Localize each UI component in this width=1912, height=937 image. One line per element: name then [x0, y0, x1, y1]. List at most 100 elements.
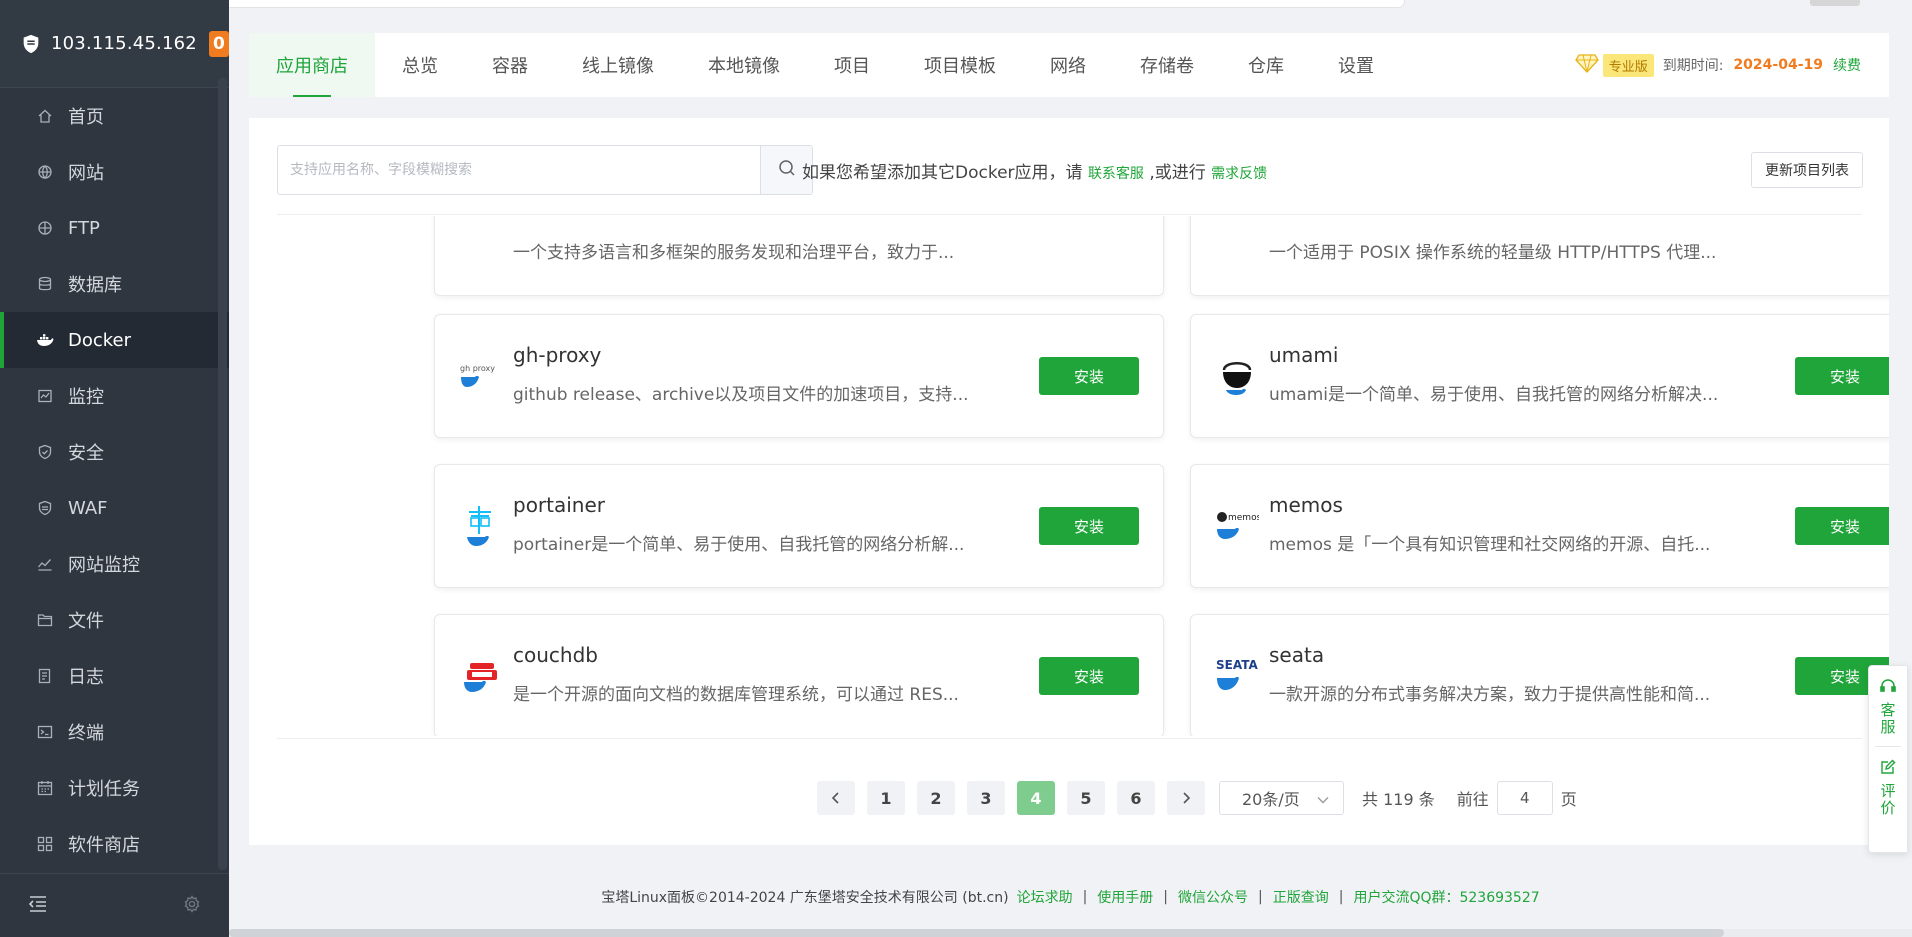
sidebar-item-app-store[interactable]: 软件商店 — [0, 816, 229, 872]
sidebar-item-waf[interactable]: WAF — [0, 480, 229, 536]
ftp-icon — [36, 219, 54, 237]
tab-online-images[interactable]: 线上镜像 — [555, 33, 681, 97]
log-icon — [36, 667, 54, 685]
host-ip: 103.115.45.162 — [51, 33, 197, 54]
app-card: portainer portainer是一个简单、易于使用、自我托管的网络分析解… — [434, 464, 1164, 588]
page-button[interactable]: 2 — [917, 781, 955, 815]
divider — [277, 214, 1862, 215]
home-icon — [36, 107, 54, 125]
host-header[interactable]: 103.115.45.162 0 — [0, 0, 229, 88]
app-description: memos 是「一个具有知识管理和社交网络的开源、自托... — [1269, 535, 1711, 555]
goto-label: 前往 — [1456, 790, 1489, 809]
couchdb-logo-icon — [457, 652, 505, 700]
sidebar-item-label: WAF — [68, 497, 108, 519]
svg-text:gh proxy: gh proxy — [460, 364, 495, 373]
refresh-project-list-button[interactable]: 更新项目列表 — [1751, 152, 1863, 188]
install-button[interactable]: 安装 — [1795, 507, 1889, 545]
install-button[interactable]: 安装 — [1039, 507, 1139, 545]
page-size-value: 20条/页 — [1242, 790, 1300, 809]
qq-group-link[interactable]: 用户交流QQ群：523693527 — [1353, 887, 1539, 907]
sidebar-item-website[interactable]: 网站 — [0, 144, 229, 200]
sidebar: 103.115.45.162 0 首页 网站 FTP 数据库 Docker 监控 — [0, 0, 229, 937]
wechat-account-link[interactable]: 微信公众号 — [1178, 887, 1248, 907]
sidebar-item-ftp[interactable]: FTP — [0, 200, 229, 256]
sidebar-item-monitor[interactable]: 监控 — [0, 368, 229, 424]
license-info: 专业版 到期时间: 2024-04-19 续费 — [1574, 33, 1889, 97]
tab-settings[interactable]: 设置 — [1311, 33, 1401, 97]
sidebar-item-site-monitor[interactable]: 网站监控 — [0, 536, 229, 592]
scrollbar-thumb[interactable] — [229, 929, 1724, 937]
alert-count-badge[interactable]: 0 — [208, 30, 229, 57]
prev-page-button[interactable] — [817, 781, 855, 815]
sidebar-item-docker[interactable]: Docker — [0, 312, 229, 368]
tab-projects[interactable]: 项目 — [807, 33, 897, 97]
gh-proxy-logo-icon: gh proxy — [457, 352, 505, 400]
tab-network[interactable]: 网络 — [1023, 33, 1113, 97]
feedback-link[interactable]: 需求反馈 — [1211, 166, 1267, 182]
page-button[interactable]: 6 — [1117, 781, 1155, 815]
renew-link[interactable]: 续费 — [1833, 55, 1861, 75]
sidebar-item-cron[interactable]: 计划任务 — [0, 760, 229, 816]
globe-icon — [36, 163, 54, 181]
contact-support-link[interactable]: 联系客服 — [1088, 166, 1144, 182]
page-size-select[interactable]: 20条/页 — [1219, 781, 1344, 815]
app-description: 一个适用于 POSIX 操作系统的轻量级 HTTP/HTTPS 代理... — [1269, 243, 1717, 263]
install-button[interactable]: 安装 — [1039, 357, 1139, 395]
horizontal-scrollbar[interactable] — [229, 929, 1912, 937]
user-manual-link[interactable]: 使用手册 — [1097, 887, 1153, 907]
sidebar-item-security[interactable]: 安全 — [0, 424, 229, 480]
tab-overview[interactable]: 总览 — [375, 33, 465, 97]
shield-icon — [20, 32, 42, 56]
collapse-menu-icon[interactable] — [28, 895, 48, 917]
tab-project-templates[interactable]: 项目模板 — [897, 33, 1023, 97]
install-button[interactable]: 安装 — [1795, 357, 1889, 395]
docker-icon — [36, 331, 54, 349]
footer-separator: | — [1163, 889, 1169, 905]
tab-volumes[interactable]: 存储卷 — [1113, 33, 1221, 97]
app-card: memos memos memos 是「一个具有知识管理和社交网络的开源、自托.… — [1190, 464, 1889, 588]
install-button[interactable]: 安装 — [1039, 657, 1139, 695]
headset-icon — [1879, 678, 1897, 698]
forum-help-link[interactable]: 论坛求助 — [1017, 887, 1073, 907]
page-button[interactable]: 5 — [1067, 781, 1105, 815]
next-page-button[interactable] — [1167, 781, 1205, 815]
sidebar-item-terminal[interactable]: 终端 — [0, 704, 229, 760]
sidebar-item-home[interactable]: 首页 — [0, 88, 229, 144]
app-card: gh proxy gh-proxy github release、archive… — [434, 314, 1164, 438]
review-button[interactable]: 评价 — [1878, 747, 1899, 817]
settings-gear-icon[interactable] — [183, 894, 201, 917]
search-input[interactable] — [278, 146, 760, 194]
tab-local-images[interactable]: 本地镜像 — [681, 33, 807, 97]
app-name: couchdb — [513, 643, 598, 667]
customer-service-button[interactable]: 客服 — [1878, 666, 1899, 736]
sidebar-item-label: 网站监控 — [68, 555, 140, 576]
sidebar-item-files[interactable]: 文件 — [0, 592, 229, 648]
page-button-current[interactable]: 4 — [1017, 781, 1055, 815]
expiry-label: 到期时间: — [1662, 58, 1724, 74]
page-button[interactable]: 3 — [967, 781, 1005, 815]
tab-app-store[interactable]: 应用商店 — [249, 33, 375, 97]
umami-logo-icon — [1213, 352, 1261, 400]
browser-top-strip — [0, 0, 1912, 10]
sidebar-menu: 首页 网站 FTP 数据库 Docker 监控 安全 WAF 网站监控 文件 日… — [0, 88, 229, 872]
app-name: portainer — [513, 493, 606, 517]
sidebar-item-label: 网站 — [68, 163, 104, 184]
page-button[interactable]: 1 — [867, 781, 905, 815]
sidebar-scrollbar[interactable] — [218, 78, 227, 870]
pro-edition-tag: 专业版 — [1602, 53, 1654, 77]
app-description: 一个支持多语言和多框架的服务发现和治理平台，致力于... — [513, 243, 955, 263]
sidebar-item-label: 监控 — [68, 387, 104, 408]
app-card: SEATA seata 一款开源的分布式事务解决方案，致力于提供高性能和简...… — [1190, 614, 1889, 736]
svg-text:memos: memos — [1228, 513, 1259, 523]
edit-icon — [1880, 759, 1896, 779]
goto-page-input[interactable] — [1496, 781, 1553, 815]
app-card: 一个适用于 POSIX 操作系统的轻量级 HTTP/HTTPS 代理... 安装 — [1190, 216, 1889, 296]
add-app-hint: 如果您希望添加其它Docker应用，请 联系客服 ,或进行 需求反馈 — [802, 158, 1267, 183]
tab-containers[interactable]: 容器 — [465, 33, 555, 97]
sidebar-item-logs[interactable]: 日志 — [0, 648, 229, 704]
footer-separator: | — [1258, 889, 1263, 905]
sidebar-item-database[interactable]: 数据库 — [0, 256, 229, 312]
tab-registry[interactable]: 仓库 — [1221, 33, 1311, 97]
sidebar-item-label: 数据库 — [68, 275, 122, 296]
license-check-link[interactable]: 正版查询 — [1273, 887, 1329, 907]
